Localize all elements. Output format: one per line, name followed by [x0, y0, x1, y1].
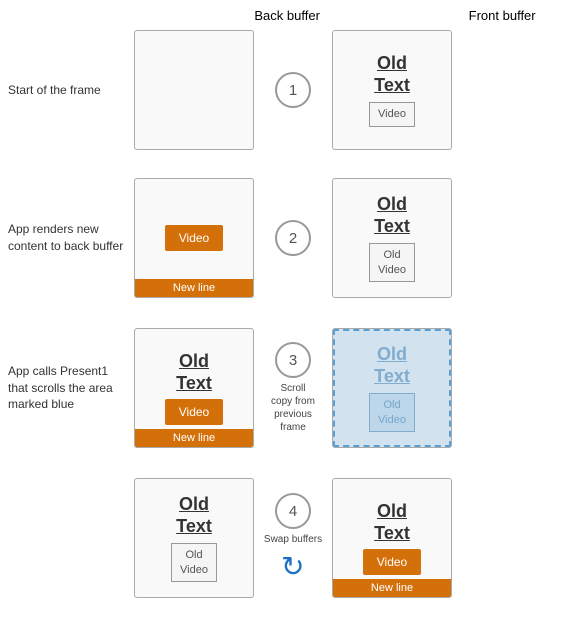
row3-front-text: OldText [374, 344, 410, 387]
row4-front-text: OldText [374, 501, 410, 544]
header: Back buffer Front buffer [0, 0, 580, 27]
row4-front-buffer: OldText Video New line [332, 478, 452, 598]
row1-label: Start of the frame [0, 82, 130, 99]
row2-back-buffer: Video New line [134, 178, 254, 298]
row3-back-video: Video [165, 399, 223, 425]
front-buffer-label: Front buffer [469, 8, 536, 23]
row3-back-buffer: OldText Video New line [134, 328, 254, 448]
step-1-circle: 1 [275, 72, 311, 108]
step-1-number: 1 [289, 82, 297, 99]
row3-back-newline: New line [135, 429, 253, 447]
step-3-number: 3 [289, 352, 297, 369]
row2-front-buffer: OldText OldVideo [332, 178, 452, 298]
step-4-label: Swap buffers [264, 533, 322, 546]
step-3-circle: 3 [275, 342, 311, 378]
step-4-number: 4 [289, 503, 297, 520]
row2-label: App renders new content to back buffer [0, 221, 130, 255]
row3-back-text: OldText [176, 351, 212, 394]
back-buffer-label: Back buffer [254, 8, 320, 23]
row2-front-text: OldText [374, 194, 410, 237]
swap-icon: ↺ [281, 550, 304, 583]
step-2-circle: 2 [275, 220, 311, 256]
row-4: OldText OldVideo 4 Swap buffers ↺ OldTex… [0, 478, 580, 598]
row3-front-buffer: OldText OldVideo [332, 328, 452, 448]
row1-front-text: OldText [374, 53, 410, 96]
row-2: App renders new content to back buffer V… [0, 178, 580, 298]
row4-back-video: OldVideo [171, 543, 217, 582]
row-1: Start of the frame 1 OldText Video [0, 30, 580, 150]
row4-back-buffer: OldText OldVideo [134, 478, 254, 598]
step-3-label: Scrollcopy frompreviousframe [271, 382, 315, 434]
row3-label: App calls Present1 that scrolls the area… [0, 363, 130, 413]
row1-back-buffer [134, 30, 254, 150]
row3-front-video: OldVideo [369, 393, 415, 432]
step-2-number: 2 [289, 230, 297, 247]
row4-back-text: OldText [176, 494, 212, 537]
row-3: App calls Present1 that scrolls the area… [0, 328, 580, 448]
row2-back-newline: New line [135, 279, 253, 297]
row2-back-video: Video [165, 225, 223, 251]
row1-front-buffer: OldText Video [332, 30, 452, 150]
step-4-circle: 4 [275, 493, 311, 529]
row4-front-newline: New line [333, 579, 451, 597]
row2-front-video: OldVideo [369, 243, 415, 282]
row1-front-video: Video [369, 102, 415, 126]
row4-front-video: Video [363, 549, 421, 575]
